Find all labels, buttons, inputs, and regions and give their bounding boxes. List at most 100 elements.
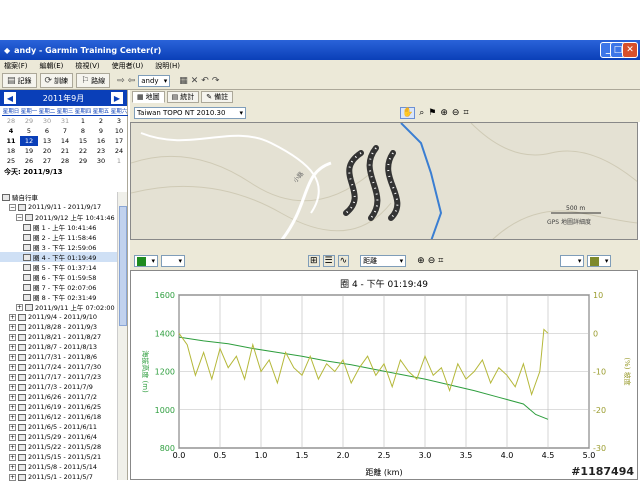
calendar-day[interactable]: 8: [74, 126, 92, 136]
user-select[interactable]: andy▾: [138, 75, 170, 87]
tree-item-week[interactable]: +2011/7/31 - 2011/8/6: [0, 352, 126, 362]
menu-user[interactable]: 使用者(U): [112, 61, 144, 71]
calendar-day[interactable]: 25: [2, 156, 20, 166]
today-label[interactable]: 今天: 2011/9/13: [0, 166, 127, 178]
tree-item-lap[interactable]: 圈 4 - 下午 01:19:49: [0, 252, 126, 262]
calendar-day[interactable]: 23: [92, 146, 110, 156]
zoom-out-icon[interactable]: ⊖: [452, 108, 460, 118]
pane-splitter[interactable]: [130, 240, 640, 252]
tree-item-week[interactable]: +2011/6/19 - 2011/6/25: [0, 402, 126, 412]
calendar-day[interactable]: 19: [20, 146, 38, 156]
calendar-day[interactable]: 17: [110, 136, 128, 146]
map-select[interactable]: Taiwan TOPO NT 2010.30▾: [134, 107, 246, 119]
history-button[interactable]: ▤記錄: [2, 73, 37, 88]
expand-icon[interactable]: −: [9, 204, 16, 211]
tree-item-week[interactable]: +2011/5/8 - 2011/5/14: [0, 462, 126, 472]
calendar-day[interactable]: 10: [110, 126, 128, 136]
calendar-day[interactable]: 14: [56, 136, 74, 146]
calendar-day[interactable]: 12: [20, 136, 38, 146]
menu-view[interactable]: 檢視(V): [75, 61, 99, 71]
calendar-day[interactable]: 3: [110, 116, 128, 126]
calendar-day[interactable]: 4: [2, 126, 20, 136]
tree-item-lap[interactable]: 圈 5 - 下午 01:37:14: [0, 262, 126, 272]
tab-stats[interactable]: ▤統計: [167, 91, 200, 103]
calendar-day[interactable]: 1: [74, 116, 92, 126]
left-series-color-select[interactable]: ▾: [134, 255, 158, 267]
zoom-in-icon[interactable]: ⊕: [417, 256, 425, 266]
expand-icon[interactable]: +: [9, 354, 16, 361]
expand-icon[interactable]: +: [9, 374, 16, 381]
expand-icon[interactable]: +: [9, 424, 16, 431]
expand-icon[interactable]: +: [16, 304, 23, 311]
cancel-icon[interactable]: ✕: [191, 76, 199, 86]
fit-icon[interactable]: ⌗: [438, 256, 443, 266]
calendar-day[interactable]: 24: [110, 146, 128, 156]
calendar-day[interactable]: 6: [38, 126, 56, 136]
tree-scrollbar[interactable]: [117, 192, 127, 480]
calendar-day[interactable]: 28: [56, 156, 74, 166]
calendar-day[interactable]: 21: [56, 146, 74, 156]
calendar-day[interactable]: 1: [110, 156, 128, 166]
calendar-day[interactable]: 29: [74, 156, 92, 166]
calendar-day[interactable]: 18: [2, 146, 20, 156]
tree-item-week[interactable]: +2011/9/4 - 2011/9/10: [0, 312, 126, 322]
calendar-day[interactable]: 20: [38, 146, 56, 156]
calendar-day[interactable]: 28: [2, 116, 20, 126]
redo-icon[interactable]: ↷: [212, 76, 220, 86]
calendar-day[interactable]: 9: [92, 126, 110, 136]
xaxis-select[interactable]: 距離▾: [360, 255, 406, 267]
pan-hand-icon[interactable]: ✋: [400, 107, 415, 119]
calendar-day[interactable]: 30: [92, 156, 110, 166]
tree-item-week[interactable]: +2011/5/22 - 2011/5/28: [0, 442, 126, 452]
expand-icon[interactable]: +: [9, 394, 16, 401]
tab-notes[interactable]: ✎備註: [201, 91, 233, 103]
tree-item-activity[interactable]: +2011/9/11 上午 07:02:00: [0, 302, 126, 312]
tree-item-week[interactable]: +2011/8/21 - 2011/8/27: [0, 332, 126, 342]
tree-item-week[interactable]: +2011/7/17 - 2011/7/23: [0, 372, 126, 382]
tab-map[interactable]: ▦地圖: [132, 91, 165, 103]
expand-icon[interactable]: +: [9, 344, 16, 351]
tree-item-root[interactable]: 騎自行車: [0, 192, 126, 202]
zoom-icon[interactable]: ⌕: [419, 108, 424, 118]
calendar-day[interactable]: 7: [56, 126, 74, 136]
expand-icon[interactable]: +: [9, 324, 16, 331]
tree-item-week[interactable]: +2011/8/7 - 2011/8/13: [0, 342, 126, 352]
expand-icon[interactable]: +: [9, 404, 16, 411]
calendar-day[interactable]: 13: [38, 136, 56, 146]
expand-icon[interactable]: +: [9, 314, 16, 321]
calendar-day[interactable]: 29: [20, 116, 38, 126]
next-month-button[interactable]: ▶: [111, 92, 123, 104]
calendar-day[interactable]: 16: [92, 136, 110, 146]
profile-chart[interactable]: 0.00.51.01.52.02.53.03.54.04.55.08001000…: [130, 270, 638, 480]
scrollbar-thumb[interactable]: [119, 206, 127, 326]
tree-item-week[interactable]: +2011/7/3 - 2011/7/9: [0, 382, 126, 392]
calendar-day[interactable]: 11: [2, 136, 20, 146]
stack-icon[interactable]: ☰: [323, 255, 335, 267]
tree-item-lap[interactable]: 圈 7 - 下午 02:07:06: [0, 282, 126, 292]
calendar-day[interactable]: 2: [92, 116, 110, 126]
tree-item-lap[interactable]: 圈 2 - 上午 11:58:46: [0, 232, 126, 242]
tree-item-activity[interactable]: −2011/9/12 上午 10:41:46: [0, 212, 126, 222]
receive-from-device-icon[interactable]: ⇨: [117, 76, 125, 86]
map-view[interactable]: 小路 500 m GPS 地圖詳細度: [130, 122, 638, 240]
calendar-day[interactable]: 5: [20, 126, 38, 136]
tree-item-week[interactable]: +2011/6/12 - 2011/6/18: [0, 412, 126, 422]
zoom-out-icon[interactable]: ⊖: [428, 256, 436, 266]
expand-icon[interactable]: +: [9, 414, 16, 421]
expand-icon[interactable]: +: [9, 444, 16, 451]
calendar-day[interactable]: 22: [74, 146, 92, 156]
menu-edit[interactable]: 編輯(E): [40, 61, 64, 71]
tree-item-week[interactable]: +2011/7/24 - 2011/7/30: [0, 362, 126, 372]
delete-icon[interactable]: ▦: [179, 76, 188, 86]
left-series-select[interactable]: ▾: [161, 255, 185, 267]
tree-item-week[interactable]: +2011/6/5 - 2011/6/11: [0, 422, 126, 432]
prev-month-button[interactable]: ◀: [4, 92, 16, 104]
expand-icon[interactable]: +: [9, 474, 16, 481]
tree-item-lap[interactable]: 圈 3 - 下午 12:59:06: [0, 242, 126, 252]
training-button[interactable]: ⟳訓練: [40, 73, 74, 88]
menu-file[interactable]: 檔案(F): [4, 61, 28, 71]
right-series-color-select[interactable]: ▾: [587, 255, 611, 267]
tree-item-week[interactable]: −2011/9/11 - 2011/9/17: [0, 202, 126, 212]
expand-icon[interactable]: +: [9, 464, 16, 471]
tree-item-week[interactable]: +2011/5/29 - 2011/6/4: [0, 432, 126, 442]
